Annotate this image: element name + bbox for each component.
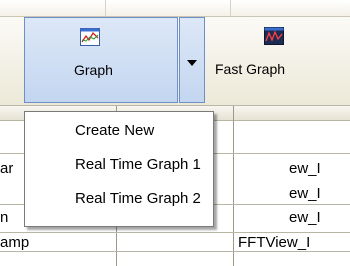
grid-hline xyxy=(0,251,350,252)
grid-hline xyxy=(0,232,350,233)
grid-cell[interactable]: amp xyxy=(0,234,29,251)
menu-item-real-time-graph-2[interactable]: Real Time Graph 2 xyxy=(75,190,201,207)
grid-vline xyxy=(233,106,234,266)
grid-cell[interactable]: ar xyxy=(0,160,13,177)
graph-dropdown-arrow[interactable] xyxy=(179,17,205,103)
top-separator xyxy=(105,0,106,16)
fast-graph-icon xyxy=(264,27,284,45)
graph-button[interactable]: Graph xyxy=(24,17,178,103)
grid-cell[interactable]: FFTView_I xyxy=(238,234,310,251)
grid-cell[interactable]: n xyxy=(0,209,8,226)
fast-graph-button[interactable]: Fast Graph xyxy=(207,17,350,103)
grid-cell[interactable]: ew_I xyxy=(289,209,321,226)
menu-item-real-time-graph-1[interactable]: Real Time Graph 1 xyxy=(75,156,201,173)
graph-button-label: Graph xyxy=(74,62,113,78)
top-separator xyxy=(230,0,231,16)
top-strip xyxy=(0,0,350,17)
grid-cell[interactable]: ew_I xyxy=(289,185,321,202)
graph-icon xyxy=(80,28,100,46)
graph-dropdown-menu: Create New Real Time Graph 1 Real Time G… xyxy=(24,111,214,227)
fast-graph-label: Fast Graph xyxy=(215,61,286,77)
menu-item-create-new[interactable]: Create New xyxy=(75,122,154,139)
grid-cell[interactable]: ew_I xyxy=(289,160,321,177)
chevron-down-icon xyxy=(187,60,197,66)
